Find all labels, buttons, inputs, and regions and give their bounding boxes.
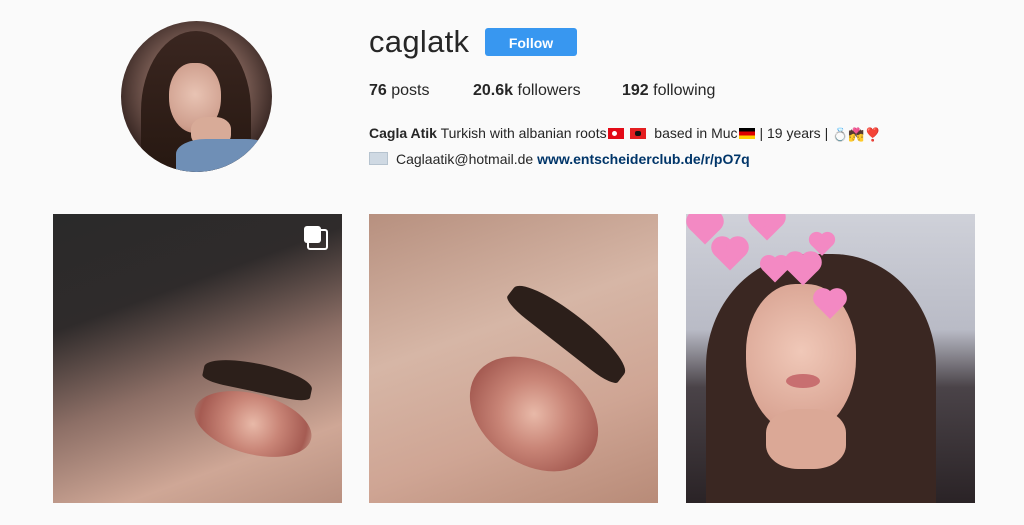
bio-emoji-ring-couple-heart: 💍💏❣️ (832, 127, 881, 142)
bio-text-3: | 19 years | (759, 125, 829, 141)
following-stat[interactable]: 192 following (622, 81, 715, 101)
following-count: 192 (622, 82, 649, 99)
profile-avatar[interactable] (121, 21, 272, 172)
turkey-flag-icon (607, 128, 624, 139)
posts-count: 76 (369, 82, 387, 99)
bio-line-1: Cagla Atik Turkish with albanian roots b… (369, 121, 881, 147)
selfie-hand (766, 409, 846, 469)
post-thumbnail-3[interactable] (686, 214, 975, 503)
followers-label: followers (517, 82, 581, 99)
post-thumbnail-2[interactable] (369, 214, 658, 503)
followers-count: 20.6k (473, 82, 514, 99)
profile-bio: Cagla Atik Turkish with albanian roots b… (369, 121, 881, 171)
bio-email: Caglaatik@hotmail.de (396, 151, 534, 167)
profile-stats: 76 posts 20.6k followers 192 following (369, 81, 715, 101)
profile-username: caglatk (369, 24, 470, 59)
heart-icon (751, 214, 783, 241)
bio-name: Cagla Atik (369, 125, 437, 141)
germany-flag-icon (738, 128, 755, 139)
multiple-images-icon (304, 226, 328, 250)
posts-stat: 76 posts (369, 81, 473, 101)
selfie-lips (786, 374, 820, 388)
avatar-jacket (176, 139, 272, 172)
bio-text-1: Turkish with albanian roots (440, 125, 607, 141)
following-label: following (653, 82, 716, 99)
bio-text-2: based in Muc (654, 125, 738, 141)
follow-button[interactable]: Follow (485, 28, 577, 56)
post-thumbnail-1[interactable] (53, 214, 342, 503)
heart-icon (714, 239, 746, 271)
followers-stat[interactable]: 20.6k followers (473, 81, 622, 101)
multiple-images-icon-back (307, 229, 328, 250)
bio-line-2: Caglaatik@hotmail.de www.entscheiderclub… (369, 147, 881, 171)
bio-link[interactable]: www.entscheiderclub.de/r/pO7q (537, 151, 750, 167)
posts-label: posts (391, 82, 430, 99)
envelope-icon (369, 152, 388, 165)
albania-flag-icon (629, 128, 646, 139)
